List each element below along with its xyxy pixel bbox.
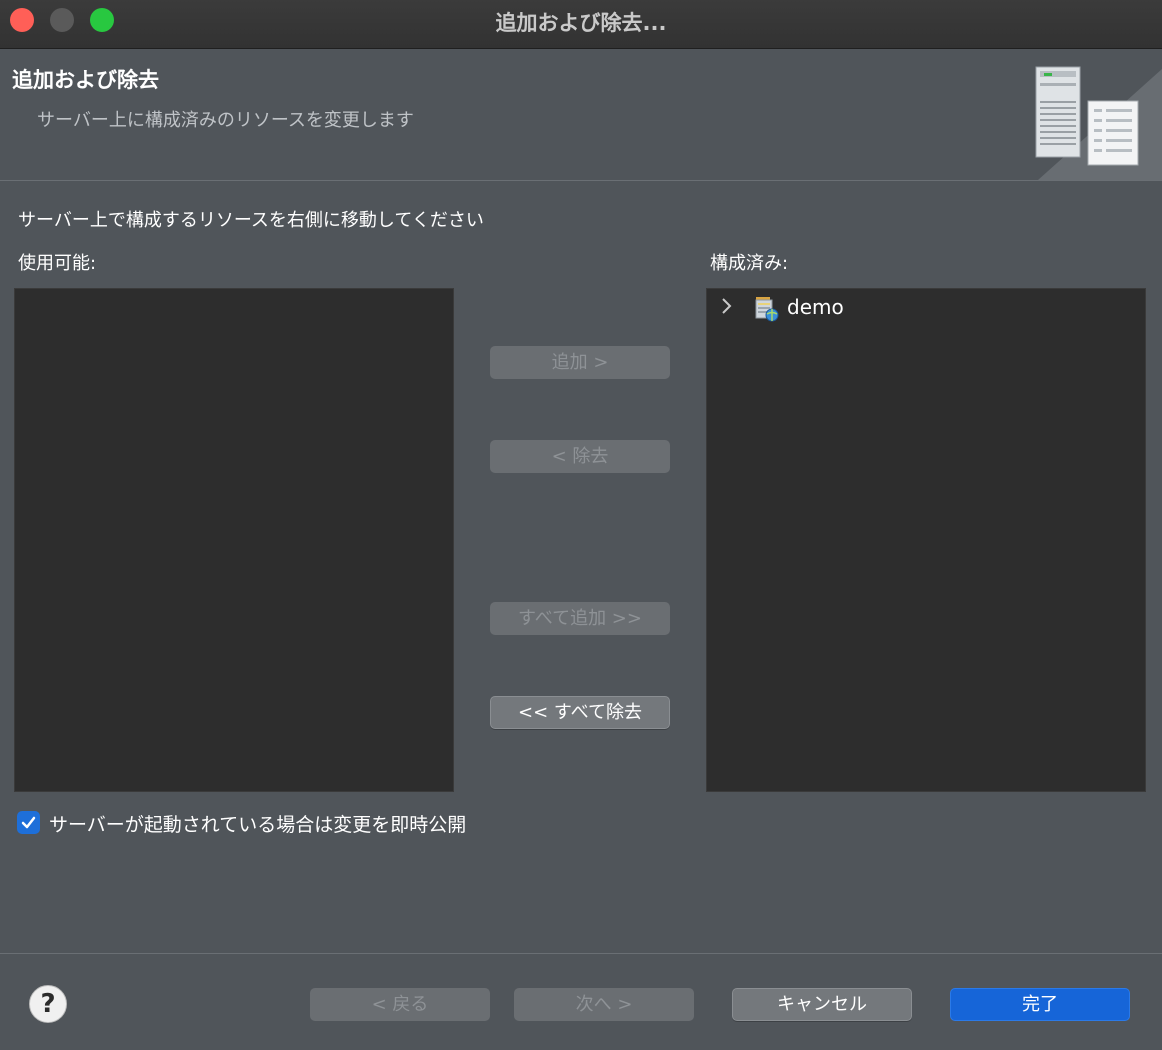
configured-resources-list[interactable]: demo [706,288,1146,792]
web-project-icon [753,293,781,323]
checkmark-icon [20,814,37,831]
next-button[interactable]: 次へ > [514,988,694,1021]
window-titlebar: 追加および除去... [0,0,1162,49]
tree-item-label: demo [787,295,844,319]
window-title: 追加および除去... [0,7,1162,37]
publish-immediately-label[interactable]: サーバーが起動されている場合は変更を即時公開 [49,810,466,837]
help-button[interactable]: ? [29,985,67,1023]
footer-divider [0,953,1162,954]
available-label: 使用可能: [18,249,96,275]
back-button[interactable]: < 戻る [310,988,490,1021]
tree-item-demo[interactable]: demo [707,291,1145,323]
chevron-right-icon[interactable] [719,296,735,316]
add-all-button[interactable]: すべて追加 >> [490,602,670,635]
cancel-button[interactable]: キャンセル [732,988,912,1021]
remove-all-button[interactable]: << すべて除去 [490,696,670,729]
finish-button[interactable]: 完了 [950,988,1130,1021]
add-button[interactable]: 追加 > [490,346,670,379]
remove-button[interactable]: < 除去 [490,440,670,473]
instruction-text: サーバー上で構成するリソースを右側に移動してください [18,206,484,232]
configured-label: 構成済み: [710,249,788,275]
available-resources-list[interactable] [14,288,454,792]
publish-immediately-checkbox[interactable] [17,811,40,834]
wizard-header: 追加および除去 サーバー上に構成済みのリソースを変更します [0,49,1162,181]
wizard-title: 追加および除去 [12,64,159,94]
server-banner-icon [1014,49,1162,180]
wizard-description: サーバー上に構成済みのリソースを変更します [37,106,414,132]
